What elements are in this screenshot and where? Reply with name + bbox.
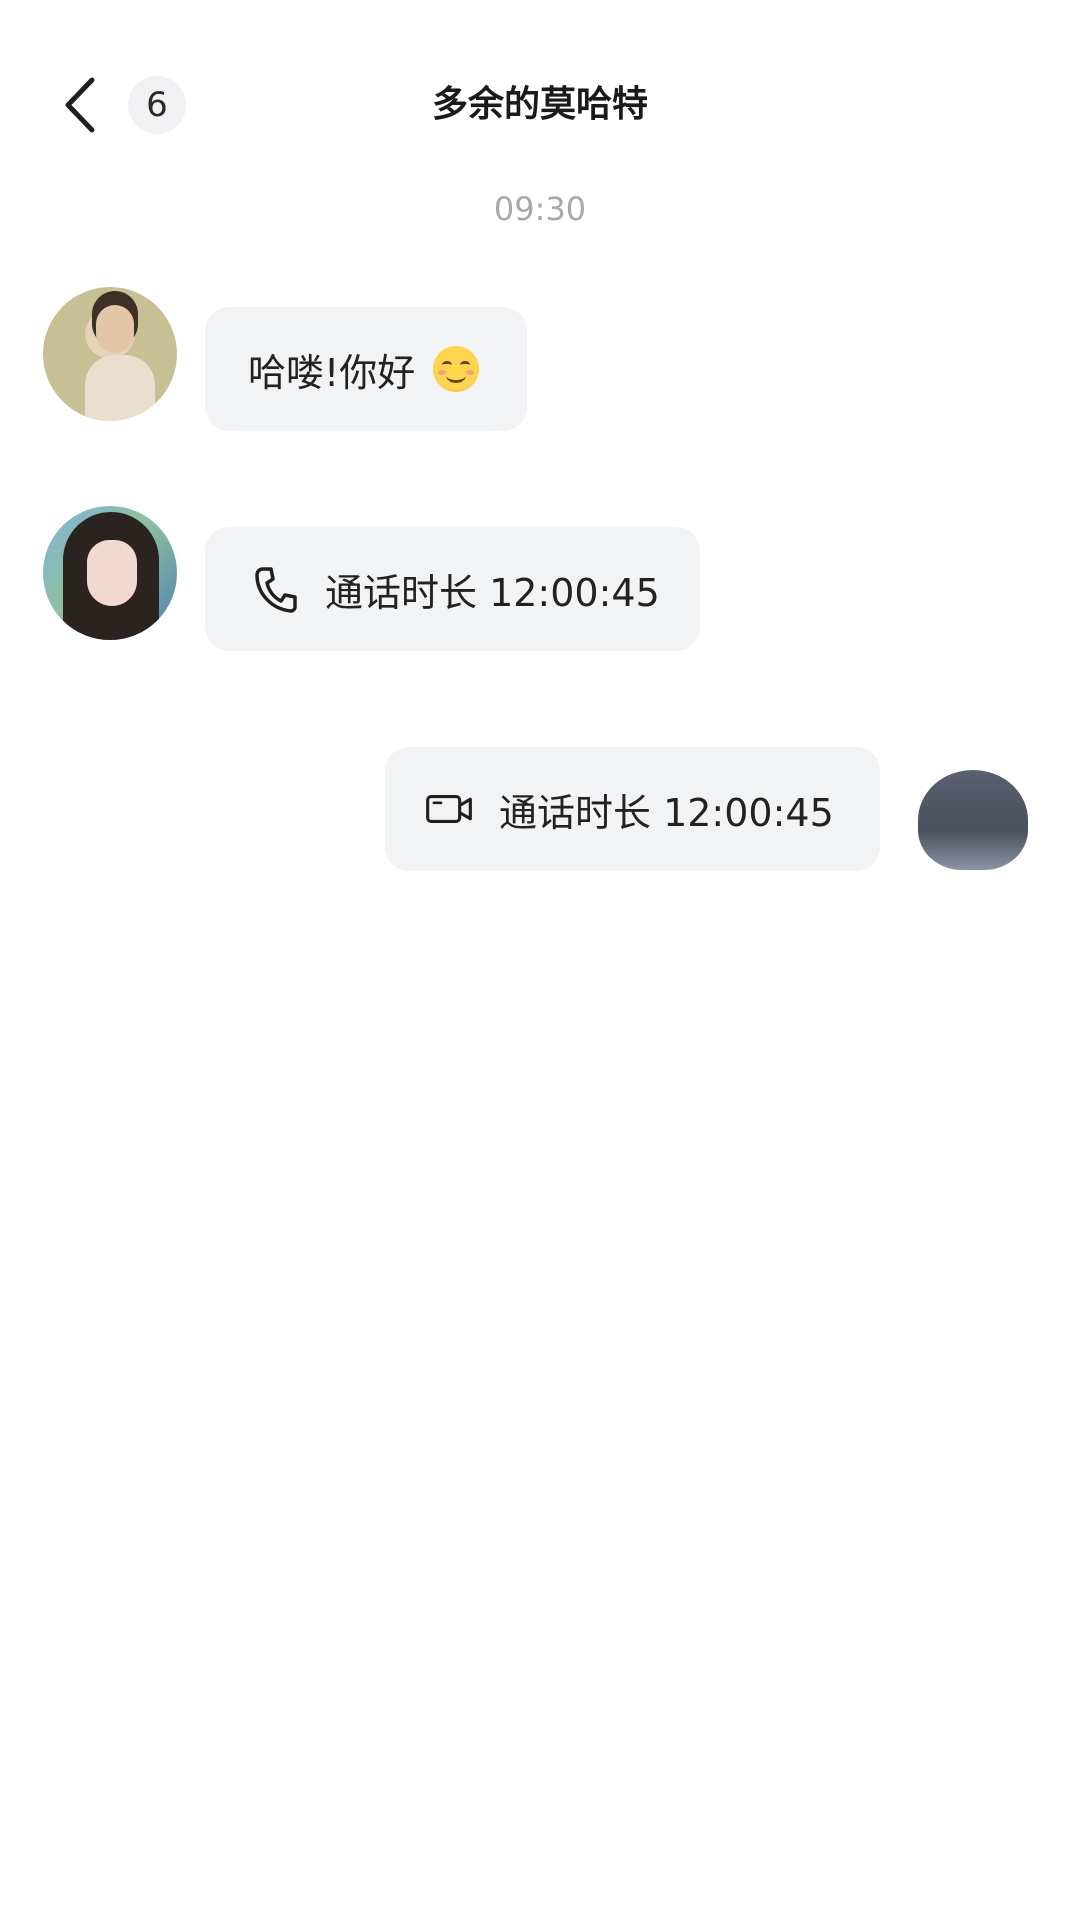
video-camera-icon [425,785,473,833]
message-text: 哈喽!你好 [248,350,416,395]
call-duration-text: 通话时长 12:00:45 [325,570,660,615]
chat-title: 多余的莫哈特 [431,84,648,125]
smiling-face-icon [433,346,480,392]
contact-avatar[interactable] [43,506,177,640]
contact-avatar[interactable] [43,287,177,421]
message-bubble-text[interactable]: 哈喽!你好 [205,307,527,431]
call-duration-text: 通话时长 12:00:45 [499,790,834,835]
phone-icon [251,565,299,613]
chat-header: 6 多余的莫哈特 [0,0,1080,200]
message-bubble-voice-call[interactable]: 通话时长 12:00:45 [205,527,700,651]
message-bubble-video-call[interactable]: 通话时长 12:00:45 [385,747,880,871]
message-timestamp: 09:30 [493,190,587,228]
user-avatar[interactable] [918,770,1028,870]
